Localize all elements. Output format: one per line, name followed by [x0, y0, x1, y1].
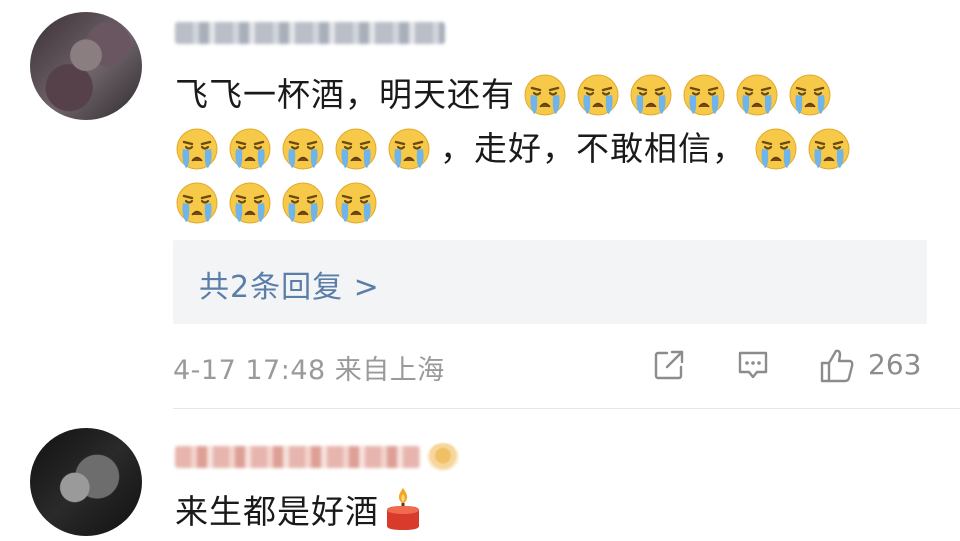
- divider: [173, 408, 960, 409]
- view-replies-link[interactable]: 共2条回复 >: [199, 262, 380, 306]
- loudly-crying-face-icon: [281, 127, 325, 171]
- avatar[interactable]: [30, 428, 142, 536]
- loudly-crying-face-icon: [175, 127, 219, 171]
- candle-icon: [387, 488, 419, 530]
- comment-line-1: 飞飞一杯酒，明天还有: [175, 68, 895, 122]
- avatar[interactable]: [30, 12, 142, 120]
- comment-line-3: [175, 176, 895, 230]
- comment-text: 来生都是好酒: [175, 492, 379, 531]
- loudly-crying-face-icon: [334, 181, 378, 225]
- loudly-crying-face-icon: [576, 73, 620, 117]
- loudly-crying-face-icon: [281, 181, 325, 225]
- loudly-crying-face-icon: [175, 181, 219, 225]
- like-icon[interactable]: [818, 347, 856, 385]
- loudly-crying-face-icon: [788, 73, 832, 117]
- comment-text-segment: 飞飞一杯酒，明天还有: [175, 75, 515, 114]
- loudly-crying-face-icon: [228, 181, 272, 225]
- comment-feed: 飞飞一杯酒，明天还有 ，走好，不敢相信， 共2条回复 > 4-17 17:48 …: [0, 0, 960, 541]
- username-blurred[interactable]: [175, 22, 445, 44]
- replies-panel[interactable]: 共2条回复 >: [173, 240, 927, 324]
- comment-text-segment: ，走好，不敢相信，: [440, 129, 746, 168]
- loudly-crying-face-icon: [629, 73, 673, 117]
- loudly-crying-face-icon: [228, 127, 272, 171]
- user-badge-icon: [427, 443, 459, 471]
- loudly-crying-face-icon: [682, 73, 726, 117]
- loudly-crying-face-icon: [334, 127, 378, 171]
- loudly-crying-face-icon: [807, 127, 851, 171]
- loudly-crying-face-icon: [754, 127, 798, 171]
- comment-body: 飞飞一杯酒，明天还有 ，走好，不敢相信，: [175, 68, 895, 230]
- loudly-crying-face-icon: [523, 73, 567, 117]
- loudly-crying-face-icon: [387, 127, 431, 171]
- share-icon[interactable]: [651, 347, 687, 383]
- comment-icon[interactable]: [735, 347, 771, 383]
- like-count: 263: [868, 348, 922, 381]
- comment-meta: 4-17 17:48 来自上海: [173, 355, 445, 386]
- comment-line-2: ，走好，不敢相信，: [175, 122, 895, 176]
- username-blurred[interactable]: [175, 446, 420, 468]
- comment-body: 来生都是好酒: [175, 485, 423, 533]
- loudly-crying-face-icon: [735, 73, 779, 117]
